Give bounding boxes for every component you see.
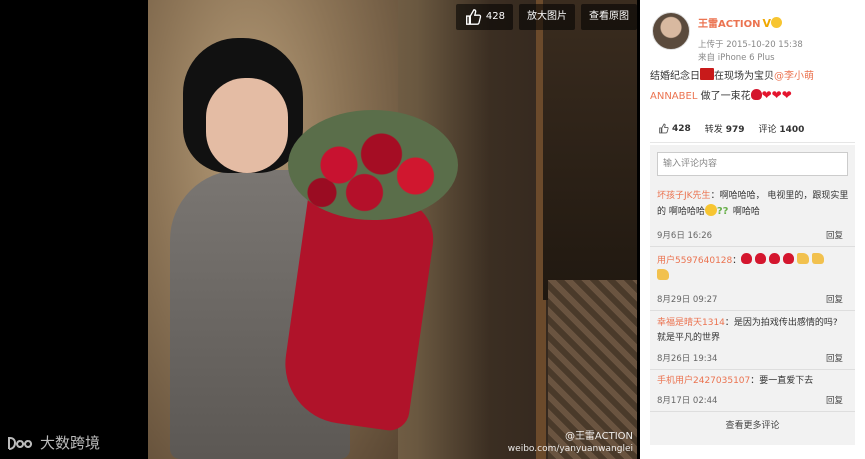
avatar[interactable] bbox=[652, 12, 690, 50]
reply-button[interactable]: 回复 bbox=[826, 293, 843, 305]
comments-section: 输入评论内容 坏孩子JK先生：啊哈哈哈， 电视里的，跟现实里的 啊哈哈哈?? 啊哈… bbox=[650, 145, 855, 445]
post-text-part: 结婚纪念日 bbox=[650, 71, 700, 82]
like-count: 428 bbox=[672, 123, 691, 134]
like-button[interactable]: 428 bbox=[658, 123, 691, 134]
post-stats: 428 转发 979 评论 1400 bbox=[658, 122, 804, 135]
comment-input[interactable]: 输入评论内容 bbox=[657, 152, 848, 176]
repost-count: 979 bbox=[725, 125, 745, 135]
comment-divider bbox=[650, 310, 855, 311]
comment-user[interactable]: 用户5597640128 bbox=[657, 256, 732, 266]
photo-like-count: 428 bbox=[485, 11, 505, 22]
more-comments-link[interactable]: 查看更多评论 bbox=[650, 418, 855, 431]
thumbs-up-emoji-icon bbox=[657, 269, 669, 280]
comment-divider bbox=[650, 411, 855, 412]
comment-date: 8月17日 02:44 bbox=[657, 396, 718, 406]
post-text-part: 在现场为宝贝 bbox=[714, 71, 774, 82]
comment-item: 手机用户2427035107：要一直爱下去 bbox=[657, 374, 849, 389]
comment-divider bbox=[650, 369, 855, 370]
rose-icon bbox=[755, 253, 767, 264]
post-text-part: 做了一束花 bbox=[697, 91, 751, 102]
heart-icon: ❤ bbox=[771, 88, 782, 102]
post-detail-panel: 王雷ACTION V 上传于 2015-10-20 15:38 来自 iPhone… bbox=[640, 0, 865, 459]
post-text: 结婚纪念日 在现场为宝贝@李小萌ANNABEL 做了一束花 ❤❤❤ bbox=[650, 68, 855, 106]
zoom-image-button[interactable]: 放大图片 bbox=[519, 4, 575, 30]
author-name[interactable]: 王雷ACTION bbox=[698, 19, 761, 30]
comment-date: 9月6日 16:26 bbox=[657, 231, 713, 241]
heart-icon: ❤ bbox=[781, 88, 792, 102]
thumbs-up-icon bbox=[659, 123, 669, 134]
reply-button[interactable]: 回复 bbox=[826, 352, 843, 364]
double-happiness-icon bbox=[700, 68, 714, 80]
post-header: 王雷ACTION V 上传于 2015-10-20 15:38 来自 iPhone… bbox=[652, 12, 857, 67]
author-line: 王雷ACTION V bbox=[698, 15, 783, 30]
reply-button[interactable]: 回复 bbox=[826, 394, 843, 406]
thumbs-up-emoji-icon bbox=[796, 253, 809, 264]
rose-icon bbox=[750, 89, 762, 100]
comment-label: 评论 bbox=[758, 125, 777, 135]
comment-item: 幸福是晴天1314：是因为拍戏传出感情的吗? 就是平凡的世界 bbox=[657, 316, 849, 346]
crown-emoji-icon bbox=[771, 17, 783, 28]
comment-button[interactable]: 评论 1400 bbox=[758, 122, 804, 135]
photo-toolbar: 428 放大图片 查看原图 bbox=[455, 4, 637, 30]
repost-label: 转发 bbox=[704, 125, 723, 135]
thumbs-up-icon bbox=[465, 9, 482, 25]
watermark-url: weibo.com/yanyuanwanglei bbox=[507, 444, 633, 454]
comment-user[interactable]: 坏孩子JK先生 bbox=[657, 191, 711, 201]
reply-button[interactable]: 回复 bbox=[826, 229, 843, 241]
brand-logo-icon bbox=[8, 436, 33, 450]
comment-item: 坏孩子JK先生：啊哈哈哈， 电视里的，跟现实里的 啊哈哈哈?? 啊哈哈 bbox=[657, 189, 849, 220]
comment-item: 用户5597640128： bbox=[657, 253, 849, 285]
view-original-button[interactable]: 查看原图 bbox=[581, 4, 637, 30]
comment-divider bbox=[650, 246, 855, 247]
comment-count: 1400 bbox=[779, 125, 805, 135]
thumbs-up-emoji-icon bbox=[811, 253, 824, 264]
post-photo[interactable]: 428 放大图片 查看原图 @王雷ACTION weibo.com/yanyua… bbox=[148, 0, 637, 459]
like-photo-button[interactable]: 428 bbox=[455, 4, 513, 30]
brand-text: 大数跨境 bbox=[40, 434, 101, 452]
verified-icon: V bbox=[762, 17, 772, 30]
comment-user[interactable]: 幸福是晴天1314 bbox=[657, 318, 725, 328]
comment-text: ： bbox=[732, 256, 742, 266]
rose-icon bbox=[769, 253, 781, 264]
plant-emoji-icon: ?? bbox=[716, 206, 729, 217]
comment-date: 8月26日 19:34 bbox=[657, 354, 718, 364]
watermark-user: @王雷ACTION bbox=[564, 431, 633, 442]
comment-text: 啊哈哈 bbox=[732, 207, 760, 217]
divider bbox=[650, 142, 855, 143]
watermark: @王雷ACTION weibo.com/yanyuanwanglei bbox=[508, 431, 633, 455]
comment-user[interactable]: 手机用户2427035107 bbox=[657, 376, 750, 386]
lightbox: 428 放大图片 查看原图 @王雷ACTION weibo.com/yanyua… bbox=[0, 0, 865, 459]
post-device: 来自 iPhone 6 Plus bbox=[698, 53, 775, 63]
upload-time: 上传于 2015-10-20 15:38 bbox=[698, 40, 803, 50]
comment-text: ：要一直爱下去 bbox=[750, 376, 814, 386]
repost-button[interactable]: 转发 979 bbox=[705, 122, 745, 135]
rose-icon bbox=[741, 253, 753, 264]
brand: 大数跨境 bbox=[6, 432, 100, 453]
rose-icon bbox=[782, 253, 794, 264]
heart-icon: ❤ bbox=[761, 88, 772, 102]
comment-date: 8月29日 09:27 bbox=[657, 295, 718, 305]
laugh-emoji-icon bbox=[704, 204, 717, 216]
